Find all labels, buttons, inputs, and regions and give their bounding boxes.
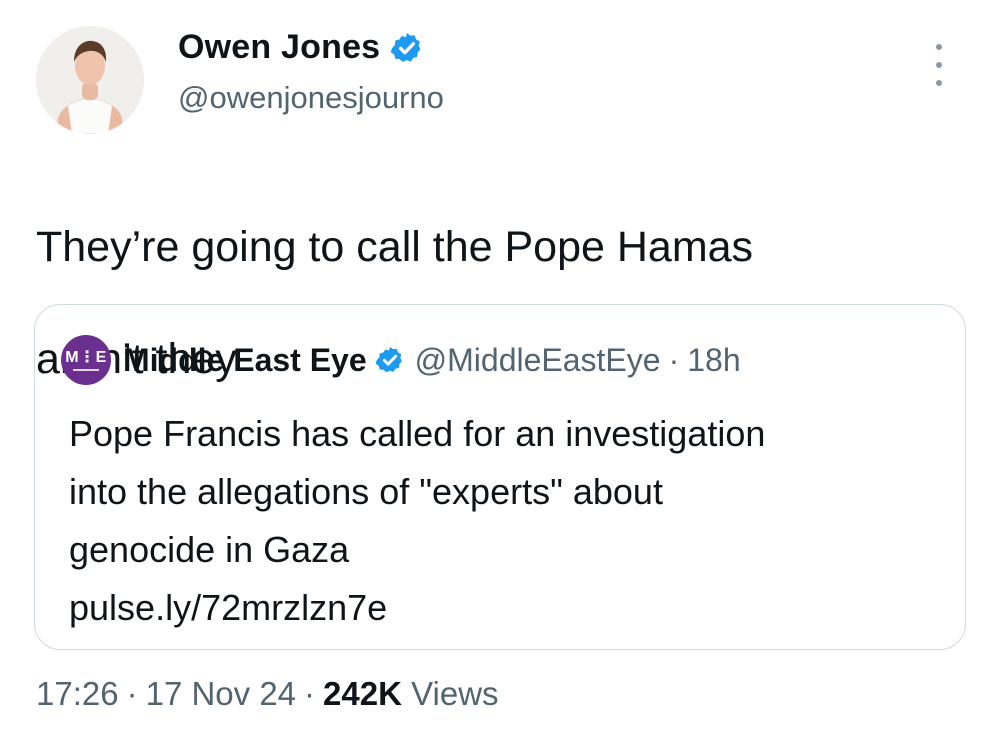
tweet-time[interactable]: 17:26 — [36, 675, 119, 712]
quoted-text-line: Pope Francis has called for an investiga… — [69, 413, 766, 454]
verified-badge-icon[interactable] — [390, 31, 424, 65]
author-name-row: Owen Jones — [178, 28, 424, 67]
separator-dot: · — [668, 341, 680, 378]
quoted-text-line: into the allegations of "experts" about — [69, 471, 663, 512]
quoted-tweet-text: Pope Francis has called for an investiga… — [69, 405, 939, 637]
separator-dot: · — [126, 675, 138, 712]
separator-dot: · — [304, 675, 316, 712]
quoted-tweet[interactable]: M⋮E Middle East Eye @MiddleEastEye · 18h… — [34, 304, 966, 650]
avatar-photo — [36, 26, 144, 134]
quoted-text-line: genocide in Gaza — [69, 529, 350, 570]
middle-east-eye-logo-icon[interactable]: M⋮E — [61, 335, 111, 385]
more-dot — [936, 80, 942, 86]
more-dot — [936, 44, 942, 50]
logo-text: M⋮E — [65, 348, 107, 366]
author-avatar[interactable] — [36, 26, 144, 134]
tweet-card: Owen Jones @owenjonesjourno They’re goin… — [0, 0, 1000, 737]
more-options-icon[interactable] — [928, 44, 950, 86]
author-handle[interactable]: @owenjonesjourno — [178, 80, 444, 116]
tweet-metadata: 17:26 · 17 Nov 24 · 242K Views — [36, 675, 499, 713]
views-label: Views — [411, 675, 499, 712]
logo-underline — [73, 368, 99, 371]
author-display-name[interactable]: Owen Jones — [178, 28, 380, 67]
quoted-timestamp[interactable]: 18h — [687, 342, 740, 379]
tweet-date[interactable]: 17 Nov 24 — [146, 675, 296, 712]
quoted-verified-badge-icon — [375, 346, 402, 373]
quoted-tweet-header: M⋮E Middle East Eye @MiddleEastEye · 18h — [61, 335, 741, 385]
quoted-link[interactable]: pulse.ly/72mrzlzn7e — [69, 579, 939, 637]
views-count[interactable]: 242K — [323, 675, 402, 712]
quoted-author-handle[interactable]: @MiddleEastEye — [415, 342, 661, 379]
tweet-text-line: They’re going to call the Pope Hamas — [36, 223, 754, 271]
quoted-author-name[interactable]: Middle East Eye — [123, 342, 367, 379]
more-dot — [936, 62, 942, 68]
